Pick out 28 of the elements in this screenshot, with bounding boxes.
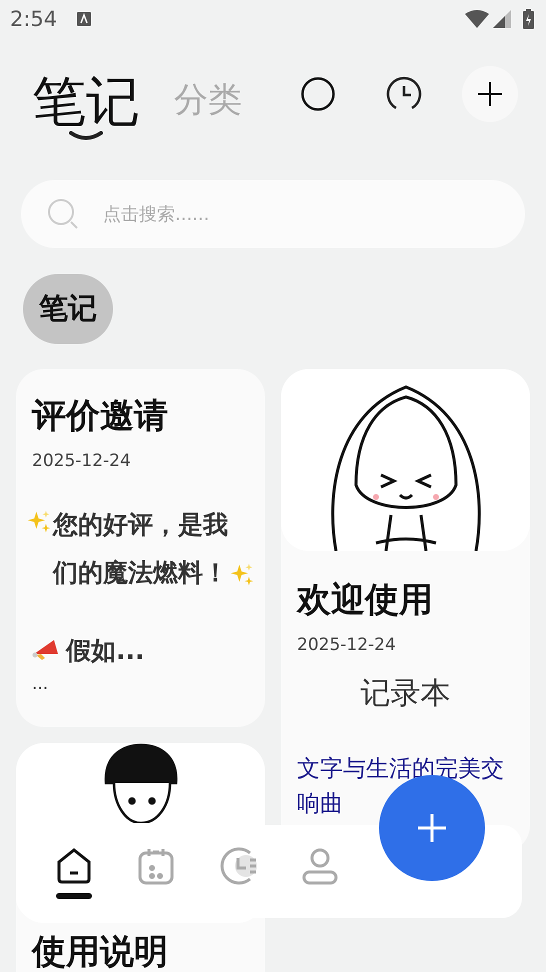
- note-heading: 记录本: [360, 675, 450, 713]
- sparkle-icon: [229, 562, 255, 588]
- clock-icon: [386, 76, 422, 112]
- selected-indicator: [56, 892, 92, 898]
- note-card[interactable]: 评价邀请 2025-12-24 您的好评，是我们的魔法燃料！ 假如... ...: [16, 369, 265, 728]
- note-text: 假如...: [66, 635, 144, 667]
- note-text: ...: [32, 672, 48, 696]
- person-icon: [300, 846, 340, 886]
- circle-icon: [301, 77, 335, 111]
- search-icon: [47, 198, 79, 230]
- note-date: 2025-12-24: [296, 634, 397, 655]
- battery-icon: [523, 9, 534, 29]
- note-date: 2025-12-24: [31, 450, 132, 471]
- sparkle-icon: [26, 509, 52, 535]
- wifi-icon: [465, 10, 489, 28]
- category-chip[interactable]: 笔记: [23, 274, 113, 344]
- status-time: 2:54: [10, 7, 58, 31]
- plus-icon: [477, 81, 503, 107]
- note-title: 欢迎使用: [295, 579, 434, 622]
- signal-icon: [493, 10, 511, 28]
- keyboard-icon: [77, 12, 92, 26]
- smile-icon: [69, 131, 103, 142]
- header-tab[interactable]: 笔记: [32, 72, 140, 142]
- note-title: 使用说明: [30, 931, 169, 972]
- search-field[interactable]: 点击搜索......: [21, 180, 525, 248]
- note-title: 评价邀请: [30, 395, 169, 438]
- note-text: 您的好评，是我们的魔法燃料！: [52, 509, 229, 588]
- plus-icon: [417, 813, 447, 843]
